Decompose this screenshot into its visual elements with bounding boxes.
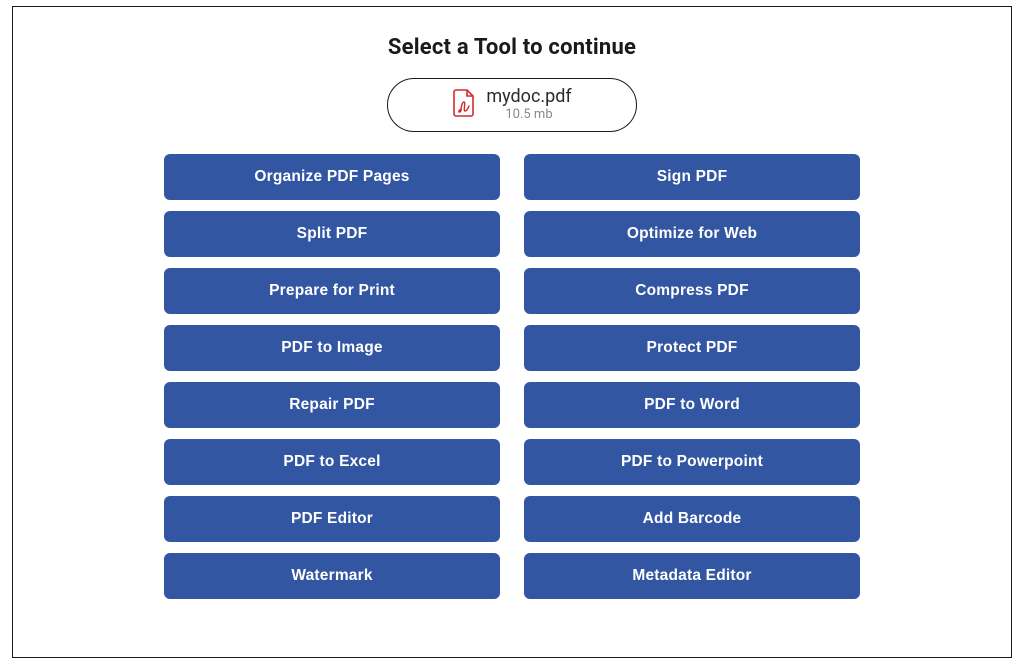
tool-metadata-editor[interactable]: Metadata Editor (524, 553, 860, 599)
tool-repair-pdf[interactable]: Repair PDF (164, 382, 500, 428)
file-info-pill[interactable]: mydoc.pdf 10.5 mb (387, 78, 637, 132)
file-meta: mydoc.pdf 10.5 mb (486, 87, 571, 123)
tools-grid: Organize PDF Pages Sign PDF Split PDF Op… (164, 154, 860, 599)
tool-organize-pdf-pages[interactable]: Organize PDF Pages (164, 154, 500, 200)
tool-pdf-to-powerpoint[interactable]: PDF to Powerpoint (524, 439, 860, 485)
tool-pdf-to-image[interactable]: PDF to Image (164, 325, 500, 371)
tool-pdf-editor[interactable]: PDF Editor (164, 496, 500, 542)
page-title: Select a Tool to continue (388, 35, 636, 60)
tool-pdf-to-excel[interactable]: PDF to Excel (164, 439, 500, 485)
tool-selection-panel: Select a Tool to continue mydoc.pdf 10.5… (12, 6, 1012, 658)
tool-optimize-for-web[interactable]: Optimize for Web (524, 211, 860, 257)
file-name: mydoc.pdf (486, 87, 571, 108)
pdf-file-icon (452, 89, 476, 121)
tool-split-pdf[interactable]: Split PDF (164, 211, 500, 257)
tool-add-barcode[interactable]: Add Barcode (524, 496, 860, 542)
tool-protect-pdf[interactable]: Protect PDF (524, 325, 860, 371)
file-size: 10.5 mb (505, 108, 552, 123)
tool-watermark[interactable]: Watermark (164, 553, 500, 599)
tool-prepare-for-print[interactable]: Prepare for Print (164, 268, 500, 314)
tool-pdf-to-word[interactable]: PDF to Word (524, 382, 860, 428)
tool-compress-pdf[interactable]: Compress PDF (524, 268, 860, 314)
tool-sign-pdf[interactable]: Sign PDF (524, 154, 860, 200)
